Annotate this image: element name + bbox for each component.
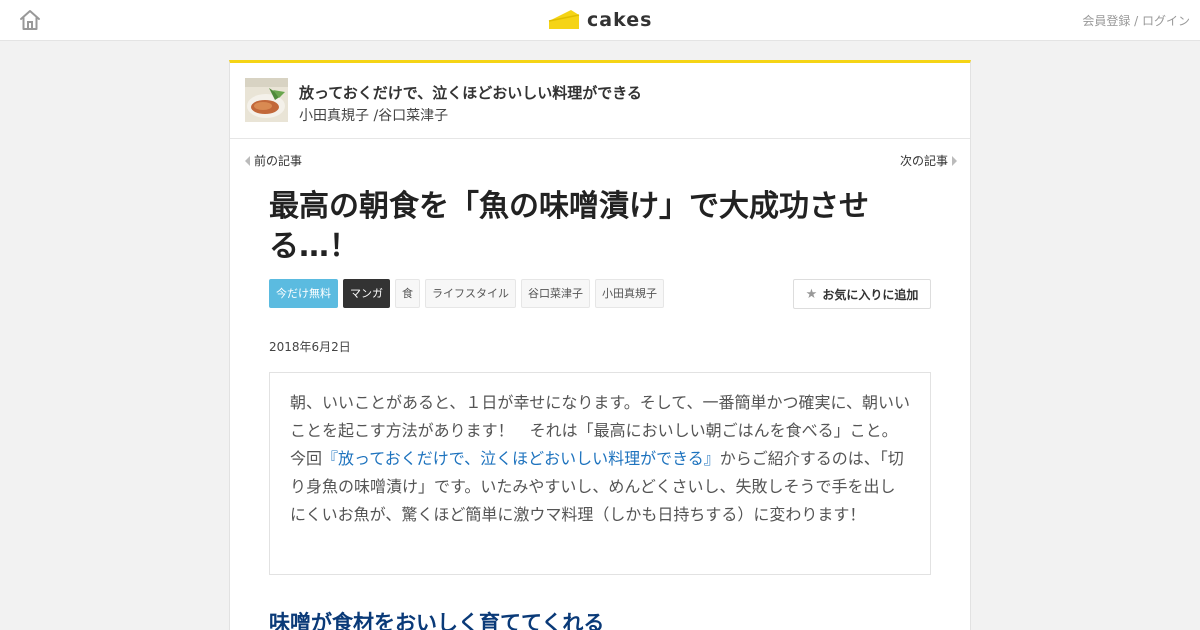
next-article-link[interactable]: 次の記事 (900, 152, 957, 169)
tag-author-oda[interactable]: 小田真規子 (595, 279, 664, 308)
tag-free[interactable]: 今だけ無料 (269, 279, 338, 308)
top-bar: cakes 会員登録 / ログイン (0, 0, 1200, 41)
article-title: 最高の朝食を「魚の味噌漬け」で大成功させる…！ (269, 189, 869, 264)
fish-dish-image (245, 78, 288, 122)
site-logo[interactable]: cakes (547, 6, 652, 34)
add-favorite-label: お気に入りに追加 (822, 287, 919, 302)
section-heading: 味噌が食材をおいしく育ててくれる (269, 611, 605, 630)
add-favorite-button[interactable]: ★ お気に入りに追加 (793, 279, 931, 309)
prev-article-label: 前の記事 (254, 154, 303, 168)
chevron-right-icon (952, 155, 957, 166)
chevron-left-icon (245, 155, 250, 166)
star-icon: ★ (805, 286, 818, 302)
signup-login-link[interactable]: 会員登録 / ログイン (1082, 14, 1190, 28)
logo-text: cakes (587, 9, 653, 31)
series-header[interactable]: 放っておくだけで、泣くほどおいしい料理ができる 小田真規子 /谷口菜津子 (230, 63, 970, 139)
tag-author-taniguchi[interactable]: 谷口菜津子 (521, 279, 590, 308)
series-authors[interactable]: 小田真規子 /谷口菜津子 (299, 105, 448, 125)
next-article-label: 次の記事 (899, 154, 948, 168)
lead-paragraph: 朝、いいことがあると、１日が幸せになります。そして、一番簡単かつ確実に、朝いいこ… (269, 372, 931, 575)
series-thumbnail[interactable] (245, 78, 288, 122)
tag-manga[interactable]: マンガ (343, 279, 390, 308)
book-link[interactable]: 『放っておくだけで、泣くほどおいしい料理ができる』 (322, 449, 720, 468)
series-title[interactable]: 放っておくだけで、泣くほどおいしい料理ができる (299, 82, 642, 103)
home-icon[interactable] (18, 8, 42, 32)
auth-links[interactable]: 会員登録 / ログイン (1082, 12, 1190, 29)
tag-food[interactable]: 食 (395, 279, 420, 308)
cake-slice-icon (548, 10, 580, 29)
article-card: 放っておくだけで、泣くほどおいしい料理ができる 小田真規子 /谷口菜津子 前の記… (229, 60, 971, 630)
tag-lifestyle[interactable]: ライフスタイル (425, 279, 516, 308)
prev-article-link[interactable]: 前の記事 (245, 152, 302, 169)
tag-list: 今だけ無料 マンガ 食 ライフスタイル 谷口菜津子 小田真規子 (269, 279, 664, 308)
publish-date: 2018年6月2日 (269, 340, 351, 354)
